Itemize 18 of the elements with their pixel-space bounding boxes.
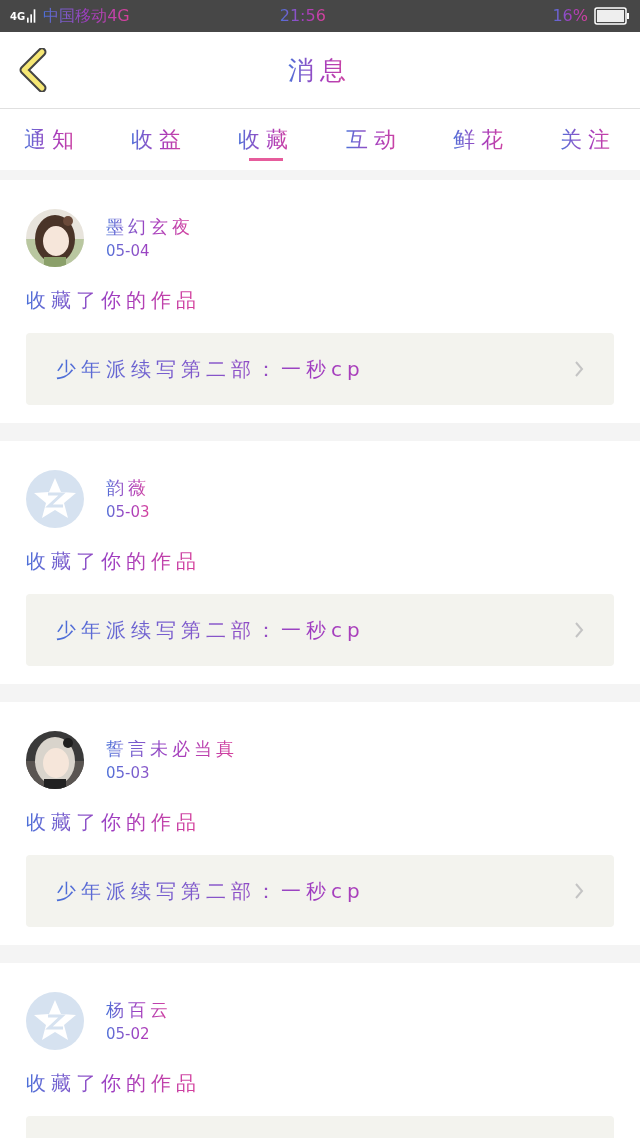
work-link[interactable]: 少年派续写第二部：一秒cp bbox=[26, 333, 614, 405]
back-button[interactable] bbox=[18, 48, 48, 92]
chevron-right-icon bbox=[574, 621, 584, 639]
tab[interactable]: 收益 bbox=[119, 109, 200, 170]
work-link[interactable]: 少年派续写第二部：一秒cp bbox=[26, 594, 614, 666]
tab[interactable]: 互动 bbox=[333, 109, 414, 170]
star-avatar-icon bbox=[26, 992, 84, 1050]
tab[interactable]: 鲜花 bbox=[440, 109, 521, 170]
network-label: 4G bbox=[10, 9, 26, 24]
signal-icon bbox=[27, 8, 38, 24]
chevron-right-icon bbox=[574, 360, 584, 378]
work-link[interactable]: 少年派续写第二部：一秒cp bbox=[26, 855, 614, 927]
chevron-right-icon bbox=[574, 882, 584, 900]
tab[interactable]: 通知 bbox=[12, 109, 92, 170]
star-avatar-icon bbox=[26, 470, 84, 528]
tab[interactable]: 收藏 bbox=[226, 109, 307, 170]
battery-icon bbox=[594, 7, 630, 25]
tab[interactable]: 关注 bbox=[547, 109, 628, 170]
